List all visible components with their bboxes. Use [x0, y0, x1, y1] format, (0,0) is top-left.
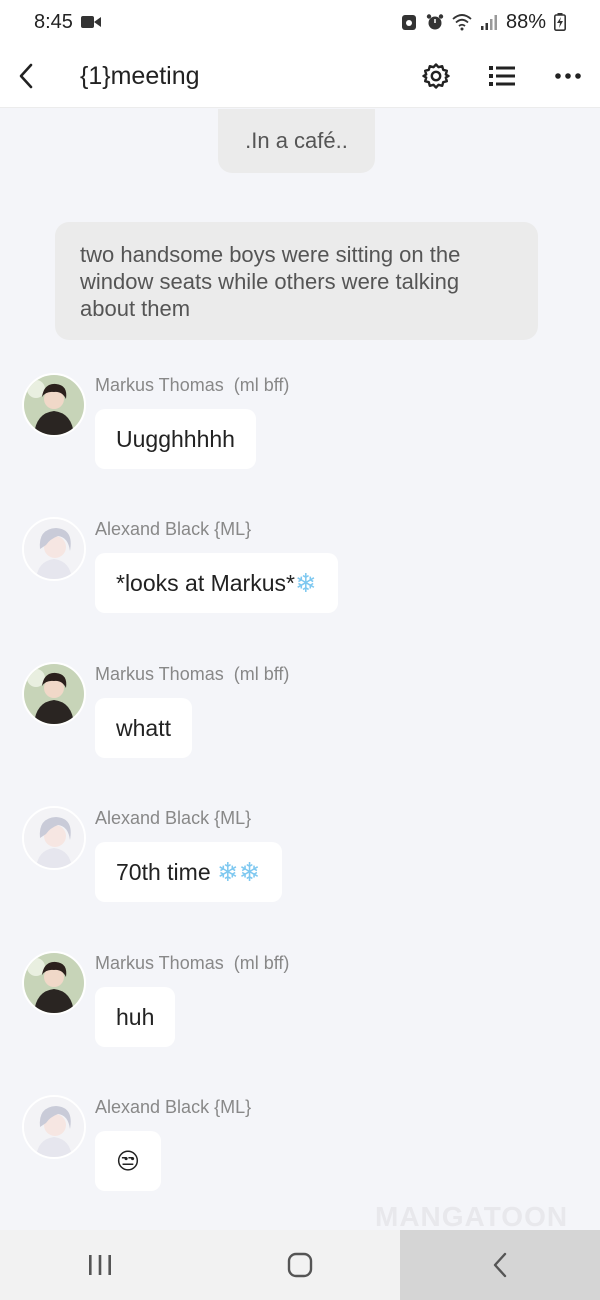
narration-bubble: .In a café.. [218, 109, 375, 173]
snowflake-emoji: ❄❄ [217, 856, 261, 887]
chat-header: {1}meeting [0, 44, 600, 108]
status-right: 88% [400, 11, 566, 34]
avatar-image [24, 519, 84, 579]
message-text: *looks at Markus* [116, 569, 295, 596]
avatar-image [24, 953, 84, 1013]
status-time: 8:45 [34, 10, 73, 33]
recent-apps-button[interactable] [0, 1230, 200, 1300]
avatar-alexand[interactable] [22, 806, 86, 870]
system-nav-bar [0, 1230, 600, 1300]
message-bubble[interactable]: Uugghhhhh [95, 409, 256, 469]
message-bubble[interactable]: *looks at Markus* ❄ [95, 553, 338, 613]
chapter-list-button[interactable] [484, 58, 520, 94]
sender-name: Alexand Black {ML} [95, 808, 252, 828]
message-text: 😒 [116, 1147, 140, 1174]
message-text: huh [116, 1003, 155, 1030]
message-text: 70th time [116, 858, 217, 885]
snowflake-emoji: ❄ [294, 567, 317, 598]
avatar-image [24, 808, 84, 868]
status-bar: 8:45 88% [0, 0, 600, 44]
home-button[interactable] [200, 1230, 400, 1300]
avatar-markus[interactable] [22, 951, 86, 1015]
battery-charging-icon [554, 13, 566, 31]
sender-name: Markus Thomas (ml bff) [95, 664, 290, 684]
avatar-alexand[interactable] [22, 517, 86, 581]
avatar-image [24, 1097, 84, 1157]
more-button[interactable] [550, 58, 586, 94]
back-arrow-icon [493, 1252, 507, 1278]
status-left: 8:45 [34, 11, 101, 34]
settings-button[interactable] [418, 58, 454, 94]
more-dots-icon [555, 73, 581, 79]
avatar-image [24, 375, 84, 435]
avatar-markus[interactable] [22, 373, 86, 437]
signal-icon [480, 15, 497, 30]
back-button[interactable] [12, 60, 40, 92]
avatar-markus[interactable] [22, 662, 86, 726]
sender-name: Markus Thomas (ml bff) [95, 375, 290, 395]
narration-bubble: two handsome boys were sitting on the wi… [55, 222, 538, 340]
message-bubble[interactable]: 😒 [95, 1131, 161, 1191]
avatar-alexand[interactable] [22, 1095, 86, 1159]
avatar-image [24, 664, 84, 724]
message-text: whatt [116, 714, 171, 741]
alarm-icon [426, 14, 444, 30]
sender-name: Alexand Black {ML} [95, 519, 252, 539]
sender-name: Alexand Black {ML} [95, 1097, 252, 1117]
watermark: MANGATOON [375, 1201, 569, 1232]
sender-name: Markus Thomas (ml bff) [95, 953, 290, 973]
message-bubble[interactable]: 70th time ❄❄ [95, 842, 282, 902]
wifi-icon [452, 14, 472, 31]
gear-icon [422, 63, 450, 89]
chat-area[interactable]: .In a café.. two handsome boys were sitt… [0, 109, 600, 1232]
page-title: {1}meeting [80, 62, 200, 90]
chevron-left-icon [19, 63, 33, 89]
recycle-icon [401, 15, 416, 30]
video-camera-icon [80, 16, 101, 28]
system-back-button[interactable] [400, 1230, 600, 1300]
list-icon [489, 66, 515, 86]
message-text: Uugghhhhh [116, 425, 235, 452]
battery-percent: 88% [505, 10, 546, 33]
message-bubble[interactable]: huh [95, 987, 176, 1047]
recent-apps-icon [89, 1255, 111, 1275]
home-icon [287, 1252, 313, 1278]
message-bubble[interactable]: whatt [95, 698, 192, 758]
